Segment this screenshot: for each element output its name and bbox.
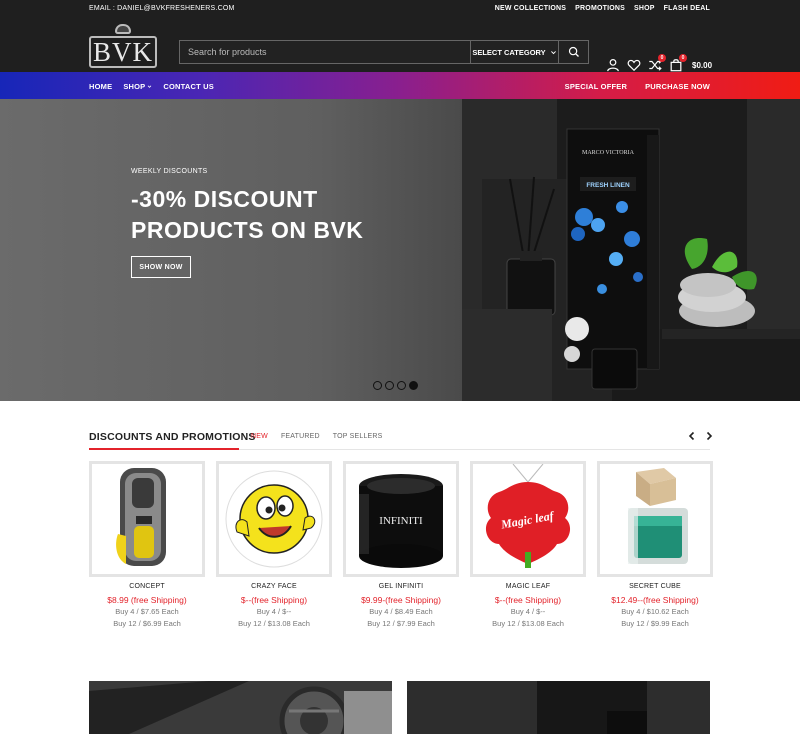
wishlist-button[interactable] [627, 58, 641, 72]
main-navigation: HOME SHOP CONTACT US SPECIAL OFFER PURCH… [0, 72, 800, 99]
slide-dot-4[interactable] [409, 381, 418, 390]
top-link-promotions[interactable]: PROMOTIONS [575, 5, 625, 12]
hero-slider: WEEKLY DISCOUNTS -30% DISCOUNT PRODUCTS … [0, 99, 800, 401]
bulk-price-12: Buy 12 / $13.08 Each [492, 619, 564, 628]
promo-banner-left[interactable] [89, 681, 392, 734]
chevron-left-icon[interactable] [687, 431, 697, 441]
slider-dots [373, 381, 418, 390]
concept-freshener-icon [116, 468, 166, 566]
compare-count-badge: 0 [658, 54, 666, 62]
product-tabs: NEW FEATURED TOP SELLERS [251, 433, 383, 440]
cart-total[interactable]: $0.00 [692, 61, 712, 70]
heart-icon [627, 59, 641, 72]
product-card[interactable]: INFINITI GEL INFINITI $9.99-(free Shippi… [343, 461, 459, 629]
secret-cube-jar-icon [628, 468, 688, 564]
contact-email[interactable]: EMAIL : DANIEL@BVKFRESHENERS.COM [89, 5, 235, 12]
bulk-price-4: Buy 4 / $8.49 Each [369, 607, 433, 616]
product-image[interactable] [89, 461, 205, 577]
nav-shop[interactable]: SHOP [123, 82, 152, 91]
product-image[interactable] [216, 461, 332, 577]
product-price: $9.99-(free Shipping) [361, 595, 441, 605]
site-logo[interactable]: BVK [89, 24, 157, 68]
box-brand-text: MARCO VICTORIA [582, 150, 635, 156]
product-image[interactable]: INFINITI [343, 461, 459, 577]
product-name[interactable]: GEL INFINITI [343, 583, 459, 590]
product-image[interactable] [597, 461, 713, 577]
top-link-flash-deal[interactable]: FLASH DEAL [664, 5, 710, 12]
logo-text: BVK [92, 36, 153, 67]
product-name[interactable]: CRAZY FACE [216, 583, 332, 590]
section-accent-line [89, 448, 239, 450]
product-card[interactable]: CRAZY FACE $--(free Shipping) Buy 4 / $-… [216, 461, 332, 629]
product-card[interactable]: CONCEPT $8.99 (free Shipping) Buy 4 / $7… [89, 461, 205, 629]
product-price: $8.99 (free Shipping) [107, 595, 187, 605]
tab-featured[interactable]: FEATURED [281, 433, 320, 440]
top-link-new-collections[interactable]: NEW COLLECTIONS [495, 5, 566, 12]
hero-pretitle: WEEKLY DISCOUNTS [131, 168, 208, 175]
box-product-text: FRESH LINEN [586, 182, 630, 189]
gel-jar-label: INFINITI [379, 515, 423, 527]
cart-button[interactable]: 0 [669, 54, 687, 72]
user-icon [607, 58, 619, 72]
carousel-arrows [687, 431, 714, 441]
product-price: $--(free Shipping) [240, 595, 308, 605]
account-button[interactable] [606, 58, 620, 72]
bulk-price-4: Buy 4 / $-- [510, 607, 546, 616]
hero-title: -30% DISCOUNT PRODUCTS ON BVK [131, 186, 364, 243]
product-name[interactable]: CONCEPT [89, 583, 205, 590]
car-vent-image [89, 681, 392, 734]
bulk-price-4: Buy 4 / $10.62 Each [621, 607, 689, 616]
gel-jar-icon: INFINITI [359, 474, 443, 568]
product-image[interactable]: Magic leaf [470, 461, 586, 577]
header-actions: 0 0 $0.00 [606, 54, 712, 72]
show-now-button[interactable]: SHOW NOW [131, 256, 191, 278]
chevron-down-icon [550, 50, 556, 54]
product-price: $12.49--(free Shipping) [611, 595, 699, 605]
product-name[interactable]: SECRET CUBE [597, 583, 713, 590]
section-title: DISCOUNTS AND PROMOTIONS [89, 431, 256, 443]
nav-purchase-now[interactable]: PURCHASE NOW [645, 82, 710, 91]
category-select-label: SELECT CATEGORY [472, 47, 546, 57]
chevron-down-icon [148, 85, 152, 88]
top-bar: EMAIL : DANIEL@BVKFRESHENERS.COM NEW COL… [0, 0, 800, 20]
tab-new[interactable]: NEW [251, 433, 268, 440]
slide-dot-3[interactable] [397, 381, 406, 390]
search-bar: SELECT CATEGORY [179, 40, 589, 64]
slide-dot-1[interactable] [373, 381, 382, 390]
hero-product-image: MARCO VICTORIA FRESH LINEN [462, 99, 800, 401]
bulk-price-4: Buy 4 / $-- [256, 607, 292, 616]
search-button[interactable] [558, 41, 588, 63]
bulk-price-4: Buy 4 / $7.65 Each [115, 607, 179, 616]
top-links: NEW COLLECTIONS PROMOTIONS SHOP FLASH DE… [495, 5, 710, 12]
category-select[interactable]: SELECT CATEGORY [470, 41, 558, 63]
bulk-price-12: Buy 12 / $9.99 Each [621, 619, 689, 628]
tab-top-sellers[interactable]: TOP SELLERS [333, 433, 383, 440]
chevron-right-icon[interactable] [704, 431, 714, 441]
product-name[interactable]: MAGIC LEAF [470, 583, 586, 590]
nav-special-offer[interactable]: SPECIAL OFFER [565, 82, 627, 91]
logo-cap-shape [115, 24, 131, 34]
site-header: BVK SELECT CATEGORY 0 0 $0.00 [0, 20, 800, 72]
nav-contact-us[interactable]: CONTACT US [163, 82, 214, 91]
magic-leaf-freshener-icon: Magic leaf [485, 464, 571, 568]
bulk-price-12: Buy 12 / $6.99 Each [113, 619, 181, 628]
product-card[interactable]: SECRET CUBE $12.49--(free Shipping) Buy … [597, 461, 713, 629]
slide-dot-2[interactable] [385, 381, 394, 390]
top-link-shop[interactable]: SHOP [634, 5, 655, 12]
product-card[interactable]: Magic leaf MAGIC LEAF $--(free Shipping)… [470, 461, 586, 629]
cart-count-badge: 0 [679, 54, 687, 62]
product-display-image [407, 681, 710, 734]
bulk-price-12: Buy 12 / $13.08 Each [238, 619, 310, 628]
compare-button[interactable]: 0 [648, 54, 666, 72]
product-price: $--(free Shipping) [494, 595, 562, 605]
promo-banner-right[interactable] [407, 681, 710, 734]
bulk-price-12: Buy 12 / $7.99 Each [367, 619, 435, 628]
search-input[interactable] [180, 41, 470, 63]
nav-home[interactable]: HOME [89, 82, 112, 91]
search-icon [568, 46, 579, 57]
crazy-face-freshener-icon [225, 470, 323, 568]
product-carousel: CONCEPT $8.99 (free Shipping) Buy 4 / $7… [89, 461, 713, 629]
